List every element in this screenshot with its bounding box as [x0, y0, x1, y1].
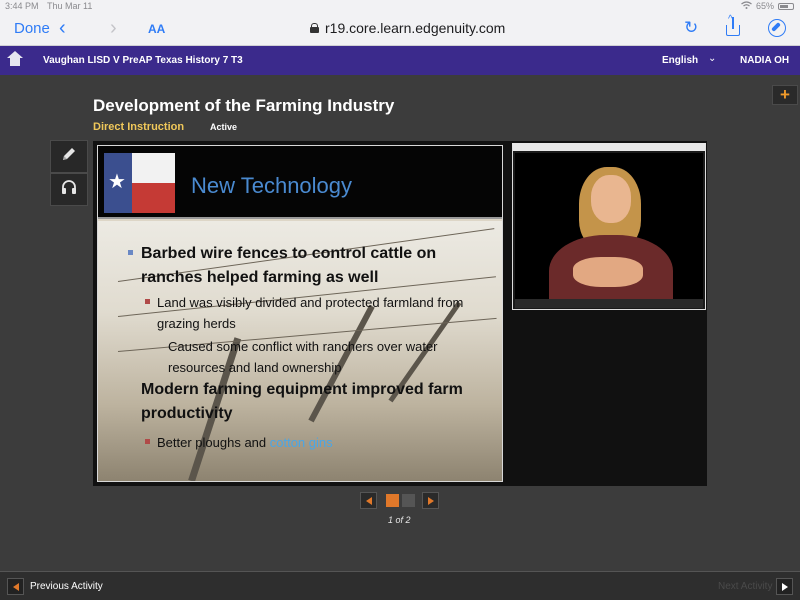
status-right: 65% [741, 1, 794, 11]
previous-activity-button[interactable] [7, 578, 24, 595]
interpreter-video[interactable] [512, 143, 706, 310]
next-activity-label: Next Activity [718, 581, 773, 592]
sub-bullet-conflict: Caused some conflict with ranchers over … [168, 339, 438, 375]
slide-title: New Technology [191, 173, 353, 198]
next-activity-button[interactable] [776, 578, 793, 595]
previous-activity-label[interactable]: Previous Activity [30, 581, 103, 592]
status-date: Thu Mar 11 [47, 1, 93, 11]
forward-arrow-icon[interactable]: › [110, 17, 117, 40]
page-title: Development of the Farming Industry [93, 96, 395, 115]
compass-icon[interactable] [768, 19, 786, 37]
pencil-tool-button[interactable] [50, 140, 88, 173]
video-player [515, 153, 703, 308]
wifi-icon [741, 1, 752, 11]
battery-percent: 65% [755, 1, 774, 11]
activity-type: Direct Instruction [93, 121, 185, 133]
course-title: Vaughan LISD V PreAP Texas History 7 T3 [43, 55, 243, 66]
course-bar: Vaughan LISD V PreAP Texas History 7 T3 … [0, 46, 800, 75]
text-size-button[interactable]: AA [148, 22, 165, 36]
page-indicator: 1 of 2 [388, 515, 411, 525]
ploughs-text: Better ploughs and [157, 435, 270, 450]
arrow-left-icon [365, 496, 372, 505]
page-dot-1[interactable] [386, 494, 399, 507]
back-arrow-icon[interactable]: ‹ [59, 17, 66, 40]
slide-header: ★ New Technology [98, 146, 502, 219]
status-time: 3:44 PM [5, 1, 39, 11]
media-stage: ★ New Technology Barbed wire fences to c… [93, 141, 707, 486]
address-bar[interactable]: r19.core.learn.edgenuity.com [310, 20, 505, 36]
texas-flag-image: ★ [104, 153, 175, 213]
home-icon [7, 50, 23, 67]
sub-bullet-land-divided: Land was visibly divided and protected f… [157, 295, 464, 331]
sub-bullet-ploughs: Better ploughs and cotton gins [157, 432, 333, 453]
arrow-right-icon [427, 496, 434, 505]
done-button[interactable]: Done [14, 20, 50, 37]
headphones-icon [60, 178, 78, 201]
activity-nav-bar: Previous Activity Next Activity [0, 571, 800, 600]
page-dot-2[interactable] [402, 494, 415, 507]
slide-pager [360, 492, 440, 510]
bullet-farm-equipment: Modern farming equipment improved farm p… [141, 381, 463, 422]
arrow-left-icon [12, 582, 19, 591]
bullet-barbed-wire: Barbed wire fences to control cattle on … [141, 245, 437, 286]
chevron-down-icon[interactable]: ⌄ [708, 53, 716, 64]
lesson-slide: ★ New Technology Barbed wire fences to c… [97, 145, 503, 482]
cotton-gins-link[interactable]: cotton gins [270, 435, 333, 450]
status-badge: Active [210, 122, 238, 132]
plus-icon[interactable]: + [772, 85, 798, 105]
next-slide-button[interactable] [422, 492, 439, 509]
home-button[interactable] [0, 46, 30, 75]
battery-icon [778, 2, 794, 10]
lock-icon [310, 23, 319, 33]
audio-tool-button[interactable] [50, 173, 88, 206]
previous-slide-button[interactable] [360, 492, 377, 509]
status-bar: 3:44 PM Thu Mar 11 65% [0, 0, 800, 12]
share-icon[interactable]: ^ [724, 15, 742, 37]
browser-toolbar: Done ‹ › AA r19.core.learn.edgenuity.com… [0, 12, 800, 46]
main-content: Development of the Farming Industry Dire… [0, 75, 800, 571]
arrow-right-icon [781, 582, 788, 591]
pencil-icon [60, 145, 78, 168]
url-text: r19.core.learn.edgenuity.com [325, 20, 506, 36]
reload-icon[interactable]: ↻ [684, 18, 698, 38]
language-select[interactable]: English [662, 55, 698, 66]
user-name[interactable]: NADIA OH [740, 55, 789, 66]
